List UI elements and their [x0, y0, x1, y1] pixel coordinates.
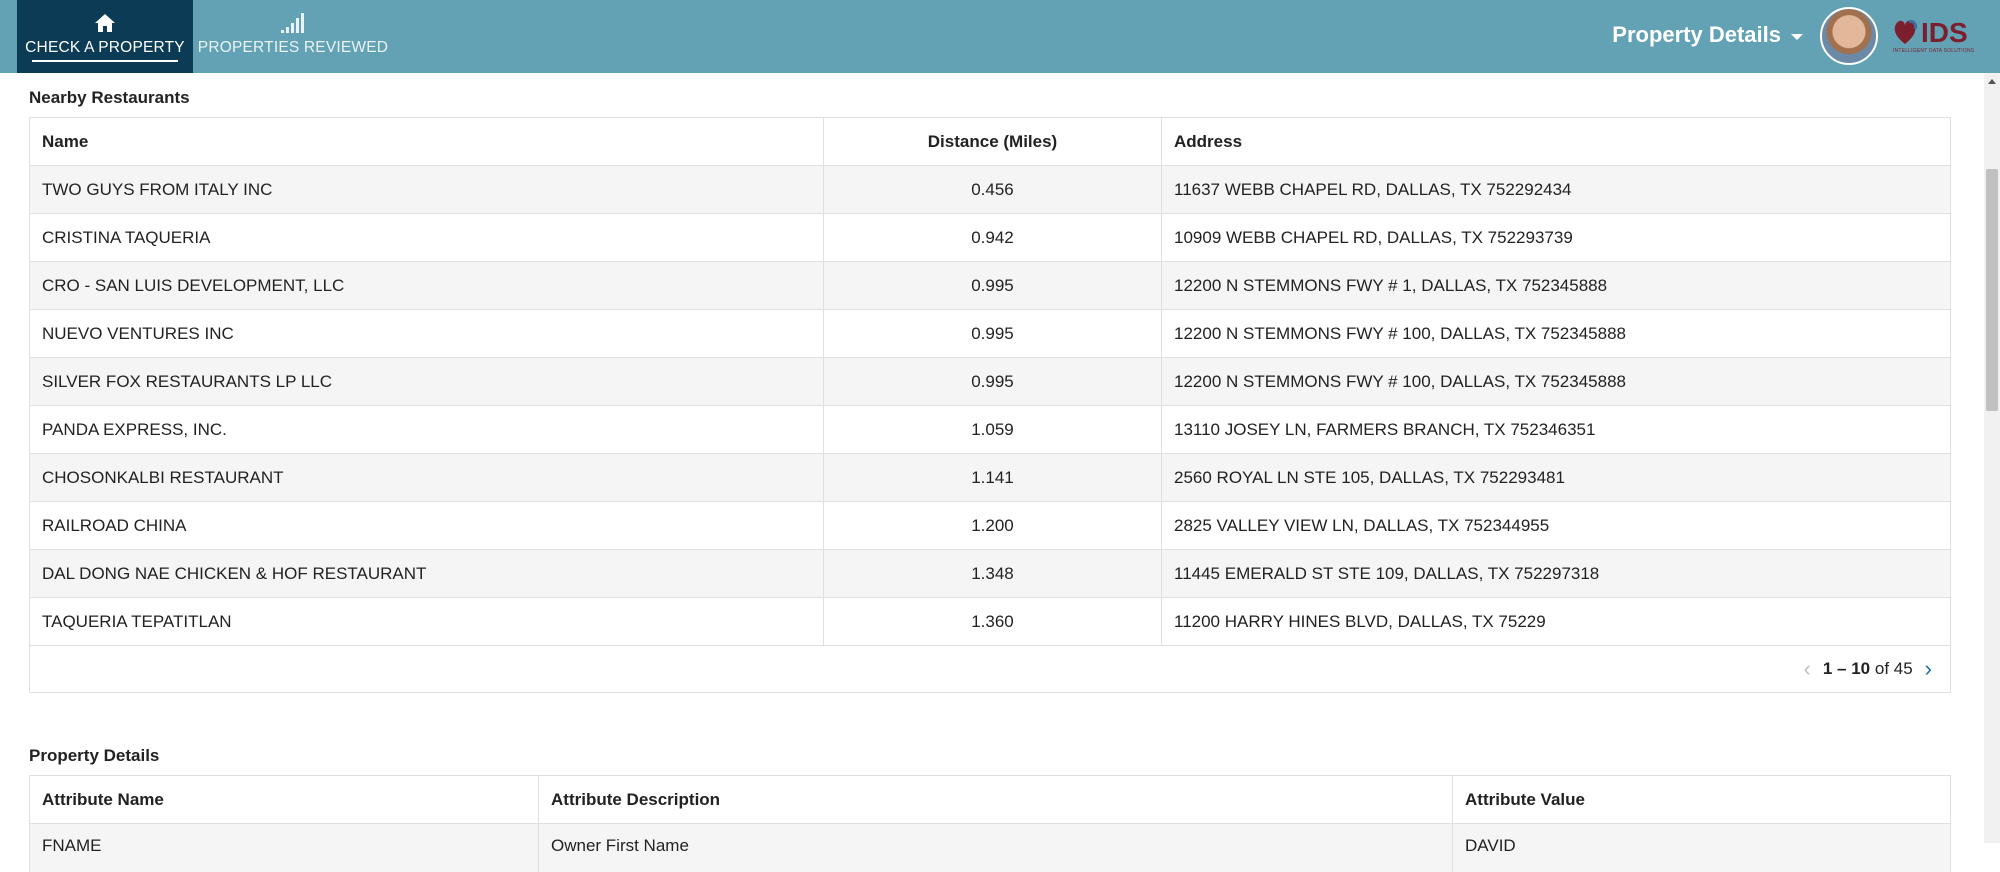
- signal-bars-icon: [280, 12, 306, 34]
- table-row: FNAME Owner First Name DAVID: [30, 824, 1950, 872]
- address-cell: 12200 N STEMMONS FWY # 100, DALLAS, TX 7…: [1174, 323, 1626, 343]
- scroll-thumb[interactable]: [1986, 169, 1998, 411]
- top-nav-bar: CHECK A PROPERTY PROPERTIES REVIEWED Pro…: [0, 0, 2000, 73]
- column-header-attribute-value[interactable]: Attribute Value: [1453, 776, 1950, 823]
- table-row[interactable]: DAL DONG NAE CHICKEN & HOF RESTAURANT 1.3…: [30, 550, 1950, 598]
- address-cell: 12200 N STEMMONS FWY # 100, DALLAS, TX 7…: [1174, 371, 1626, 391]
- restaurant-name-cell: TAQUERIA TEPATITLAN: [30, 598, 824, 645]
- address-cell: 2825 VALLEY VIEW LN, DALLAS, TX 75234495…: [1174, 515, 1550, 535]
- attribute-description-cell: Owner First Name: [539, 824, 1453, 872]
- attribute-value-cell: DAVID: [1465, 836, 1516, 855]
- address-cell: 10909 WEBB CHAPEL RD, DALLAS, TX 7522937…: [1174, 227, 1573, 247]
- property-details-menu[interactable]: Property Details: [1612, 22, 1803, 48]
- page-scrollbar[interactable]: [1984, 73, 2000, 843]
- restaurant-name-cell: SILVER FOX RESTAURANTS LP LLC: [30, 358, 824, 405]
- column-header-attribute-description[interactable]: Attribute Description: [539, 776, 1453, 823]
- distance-cell: 0.456: [824, 166, 1162, 213]
- distance-cell: 0.942: [824, 214, 1162, 261]
- svg-text:IDS: IDS: [1921, 17, 1968, 48]
- ids-logo: IDS INTELLIGENT DATA SOLUTIONS: [1893, 16, 1989, 58]
- distance-cell: 1.141: [824, 454, 1162, 501]
- address-cell: 11637 WEBB CHAPEL RD, DALLAS, TX 7522924…: [1174, 179, 1572, 199]
- column-header-attribute-name[interactable]: Attribute Name: [30, 776, 539, 823]
- section-title-property-details: Property Details: [29, 746, 160, 765]
- column-header-distance[interactable]: Distance (Miles): [824, 118, 1162, 165]
- table-header-row: Attribute Name Attribute Description Att…: [30, 776, 1950, 824]
- table-row[interactable]: CRO - SAN LUIS DEVELOPMENT, LLC 0.995 1220…: [30, 262, 1950, 310]
- address-cell: 12200 N STEMMONS FWY # 1, DALLAS, TX 752…: [1174, 275, 1608, 295]
- distance-cell: 1.200: [824, 502, 1162, 549]
- address-cell: 2560 ROYAL LN STE 105, DALLAS, TX 752293…: [1174, 467, 1565, 487]
- distance-cell: 0.995: [824, 262, 1162, 309]
- tab-check-a-property[interactable]: CHECK A PROPERTY: [17, 0, 193, 73]
- distance-cell: 1.059: [824, 406, 1162, 453]
- restaurant-name-cell: TWO GUYS FROM ITALY INC: [30, 166, 824, 213]
- attribute-name-cell: FNAME: [30, 824, 539, 872]
- restaurant-name-cell: CHOSONKALBI RESTAURANT: [30, 454, 824, 501]
- restaurant-name-cell: RAILROAD CHINA: [30, 502, 824, 549]
- section-title-restaurants: Nearby Restaurants: [29, 88, 190, 107]
- tab-properties-reviewed[interactable]: PROPERTIES REVIEWED: [193, 0, 393, 73]
- restaurants-table: Name Distance (Miles) Address TWO GUYS F…: [29, 117, 1951, 693]
- distance-cell: 0.995: [824, 358, 1162, 405]
- home-icon: [94, 12, 116, 34]
- restaurant-name-cell: CRO - SAN LUIS DEVELOPMENT, LLC: [30, 262, 824, 309]
- distance-cell: 1.360: [824, 598, 1162, 645]
- table-row[interactable]: TWO GUYS FROM ITALY INC 0.456 11637 WEBB C…: [30, 166, 1950, 214]
- avatar[interactable]: [1820, 7, 1878, 65]
- table-row[interactable]: CRISTINA TAQUERIA 0.942 10909 WEBB CHAPEL …: [30, 214, 1950, 262]
- tab-label: PROPERTIES REVIEWED: [197, 39, 389, 56]
- restaurant-name-cell: NUEVO VENTURES INC: [30, 310, 824, 357]
- table-row[interactable]: CHOSONKALBI RESTAURANT 1.141 2560 ROYAL LN…: [30, 454, 1950, 502]
- table-header-row: Name Distance (Miles) Address: [30, 118, 1950, 166]
- pager-range: 1 – 10 of 45: [1822, 659, 1913, 678]
- distance-cell: 0.995: [824, 310, 1162, 357]
- page-menu-label: Property Details: [1612, 22, 1781, 47]
- property-details-table: Attribute Name Attribute Description Att…: [29, 775, 1951, 872]
- restaurant-name-cell: PANDA EXPRESS, INC.: [30, 406, 824, 453]
- address-cell: 11200 HARRY HINES BLVD, DALLAS, TX 75229: [1174, 611, 1546, 631]
- table-row[interactable]: NUEVO VENTURES INC 0.995 12200 N STEMMONS …: [30, 310, 1950, 358]
- prev-page-icon[interactable]: ‹: [1804, 658, 1811, 680]
- table-row[interactable]: RAILROAD CHINA 1.200 2825 VALLEY VIEW LN, …: [30, 502, 1950, 550]
- logo-tagline: INTELLIGENT DATA SOLUTIONS: [1893, 48, 1975, 54]
- table-row[interactable]: TAQUERIA TEPATITLAN 1.360 11200 HARRY HINE…: [30, 598, 1950, 646]
- address-cell: 11445 EMERALD ST STE 109, DALLAS, TX 752…: [1174, 563, 1600, 583]
- distance-cell: 1.348: [824, 550, 1162, 597]
- restaurant-name-cell: DAL DONG NAE CHICKEN & HOF RESTAURANT: [30, 550, 824, 597]
- scroll-up-icon[interactable]: [1988, 79, 1996, 84]
- next-page-icon[interactable]: ›: [1925, 658, 1932, 680]
- table-row[interactable]: SILVER FOX RESTAURANTS LP LLC 0.995 12200 …: [30, 358, 1950, 406]
- table-row[interactable]: PANDA EXPRESS, INC. 1.059 13110 JOSEY LN, …: [30, 406, 1950, 454]
- column-header-name[interactable]: Name: [30, 118, 824, 165]
- caret-down-icon: [1791, 33, 1803, 40]
- table-pager: ‹ 1 – 10 of 45 ›: [30, 646, 1950, 692]
- address-cell: 13110 JOSEY LN, FARMERS BRANCH, TX 75234…: [1174, 419, 1596, 439]
- active-tab-indicator: [32, 60, 178, 62]
- restaurant-name-cell: CRISTINA TAQUERIA: [30, 214, 824, 261]
- tab-label: CHECK A PROPERTY: [25, 39, 185, 56]
- column-header-address[interactable]: Address: [1162, 118, 1950, 165]
